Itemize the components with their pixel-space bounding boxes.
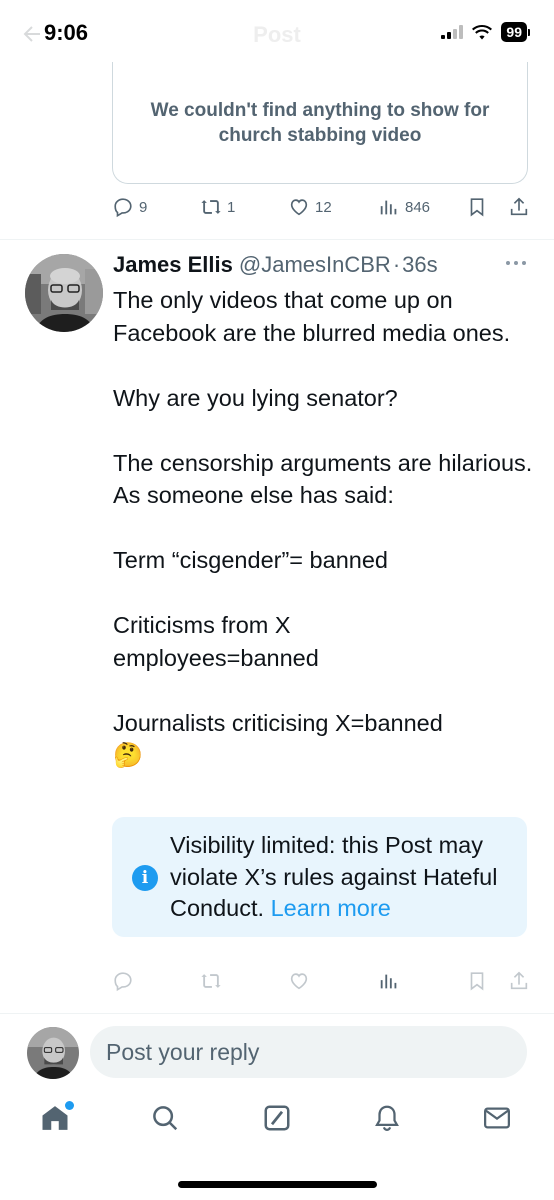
nav-notifications[interactable] <box>372 1103 406 1137</box>
tweet-paragraph: Term “cisgender”= banned <box>113 547 388 573</box>
notification-dot <box>65 1101 74 1110</box>
repost-icon <box>201 200 221 214</box>
notice-text: Visibility limited: this Post may violat… <box>170 830 515 925</box>
notifications-icon <box>375 1105 399 1132</box>
reply-bar: Post your reply <box>0 1013 554 1093</box>
like-button[interactable]: 12 <box>288 196 332 218</box>
status-icons: 99 <box>441 22 530 42</box>
views-icon <box>380 974 397 989</box>
status-bar: 9:06 Post 99 <box>0 0 554 68</box>
reply-icon <box>114 198 132 218</box>
divider <box>0 239 554 240</box>
repost-count: 1 <box>227 198 236 216</box>
like-button <box>288 970 310 992</box>
grok-icon <box>264 1105 290 1131</box>
author-handle[interactable]: @JamesInCBR <box>239 252 391 278</box>
heart-icon <box>290 973 308 990</box>
bookmark-button <box>466 970 488 992</box>
reply-count: 9 <box>139 198 148 216</box>
unavailable-message: We couldn't find anything to show for ch… <box>150 99 490 146</box>
visibility-notice: i Visibility limited: this Post may viol… <box>112 817 527 937</box>
more-options-icon[interactable] <box>504 258 528 268</box>
author-name[interactable]: James Ellis <box>113 252 233 278</box>
views-button[interactable] <box>378 970 400 992</box>
signal-icon <box>441 25 464 39</box>
search-icon <box>153 1106 178 1131</box>
avatar-image <box>25 254 103 332</box>
separator: · <box>392 252 401 277</box>
reply-input[interactable]: Post your reply <box>90 1026 527 1078</box>
tweet-text: The only videos that come up on Facebook… <box>113 284 533 773</box>
nav-home[interactable] <box>40 1101 74 1137</box>
timestamp[interactable]: 36s <box>402 252 437 278</box>
my-avatar[interactable] <box>27 1027 79 1079</box>
view-count: 846 <box>405 198 431 216</box>
views-button[interactable]: 846 <box>378 196 430 218</box>
views-icon <box>380 200 397 215</box>
learn-more-link[interactable]: Learn more <box>271 895 391 921</box>
quoted-post-unavailable[interactable]: We couldn't find anything to show for ch… <box>112 62 528 184</box>
thinking-face-emoji: 🤔 <box>113 742 143 769</box>
tweet-paragraph: Criticisms from X employees=banned <box>113 612 319 671</box>
repost-button <box>200 970 222 992</box>
nav-messages[interactable] <box>482 1103 516 1137</box>
nav-search[interactable] <box>150 1103 184 1137</box>
bottom-nav <box>0 1095 554 1155</box>
tweet-paragraph: The only videos that come up on Facebook… <box>113 287 511 346</box>
heart-icon <box>290 199 308 216</box>
info-icon: i <box>132 865 158 891</box>
bookmark-icon <box>470 198 484 217</box>
wifi-icon <box>472 25 493 40</box>
post-actions-disabled <box>112 970 530 1000</box>
battery-icon: 99 <box>501 22 530 42</box>
home-indicator <box>178 1181 377 1188</box>
post-actions: 9 1 12 846 <box>112 196 530 226</box>
avatar[interactable] <box>25 254 103 332</box>
tweet-header: James Ellis @JamesInCBR · 36s <box>113 252 438 278</box>
repost-button[interactable]: 1 <box>200 196 235 218</box>
messages-icon <box>484 1107 510 1129</box>
avatar-image <box>27 1027 79 1079</box>
tweet-paragraph: Why are you lying senator? <box>113 384 398 411</box>
reply-button[interactable]: 9 <box>112 196 147 218</box>
share-button <box>508 970 530 992</box>
tweet-paragraph: The censorship arguments are hilarious. … <box>113 449 533 509</box>
repost-icon <box>201 974 221 988</box>
share-icon <box>510 197 528 216</box>
share-button[interactable] <box>508 196 530 218</box>
like-count: 12 <box>315 198 332 216</box>
tweet-paragraph: Journalists criticising X=banned <box>113 709 443 736</box>
nav-grok[interactable] <box>262 1103 296 1137</box>
bookmark-button[interactable] <box>466 196 488 218</box>
bookmark-icon <box>470 972 484 991</box>
reply-icon <box>114 972 132 992</box>
share-icon <box>510 971 528 990</box>
reply-button <box>112 970 134 992</box>
battery-level: 99 <box>501 22 527 42</box>
